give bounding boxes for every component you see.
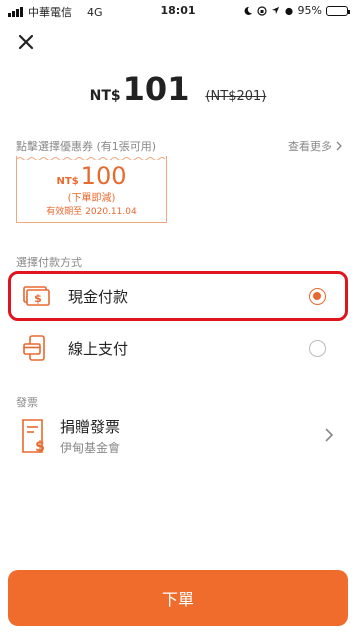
coupon-condition: (下單即減) [67,193,116,204]
payment-option-cash[interactable]: $ 現金付款 [16,274,340,318]
payment-option-online[interactable]: 線上支付 [16,326,340,370]
svg-text:$: $ [34,292,42,305]
cash-icon: $ [23,286,50,306]
original-price: (NT$201) [205,89,267,104]
payment-section-label: 選擇付款方式 [16,256,82,269]
price-summary: NT$ 101 (NT$201) [0,70,356,108]
invoice-option[interactable]: $ 捐贈發票 伊甸基金會 [16,410,340,464]
status-bar: 中華電信 4G 18:01 95% [0,0,356,22]
moon-icon [244,6,252,15]
coupon-edge [17,157,166,160]
coupon-value: 100 [80,162,127,190]
online-payment-icon [23,335,45,361]
chevron-right-icon [325,428,334,442]
invoice-section-label: 發票 [16,396,38,409]
location-icon [271,6,279,15]
place-order-button[interactable]: 下單 [8,570,348,626]
invoice-subtitle: 伊甸基金會 [60,441,121,455]
coupon-hint: 點擊選擇優惠券 (有1張可用) [16,140,157,153]
invoice-title: 捐贈發票 [60,418,121,436]
alarm-icon [284,7,293,15]
svg-text:$: $ [35,439,45,454]
radio-selected[interactable] [309,288,326,305]
chevron-right-icon [336,141,342,151]
checkout-page: 中華電信 4G 18:01 95% NT$ 101 (NT$201) 點擊選擇優… [0,0,356,632]
view-more-label: 查看更多 [288,140,332,153]
orientation-lock-icon [256,5,267,16]
battery-percent: 95% [297,4,322,17]
battery-icon [326,5,350,16]
coupon-expiry: 有效期至 2020.11.04 [46,207,137,217]
price-currency: NT$ [89,88,121,104]
payment-option-label: 現金付款 [68,287,129,306]
invoice-icon: $ [22,419,45,454]
payment-option-label: 線上支付 [68,339,129,358]
price-amount: 101 [122,70,190,108]
coupon-currency: NT$ [56,176,79,187]
view-more-link[interactable]: 查看更多 [288,138,342,154]
place-order-label: 下單 [161,590,194,609]
close-icon[interactable] [16,32,36,52]
radio-unselected[interactable] [309,340,326,357]
coupon-card[interactable]: NT$ 100 (下單即減) 有效期至 2020.11.04 [16,156,167,223]
